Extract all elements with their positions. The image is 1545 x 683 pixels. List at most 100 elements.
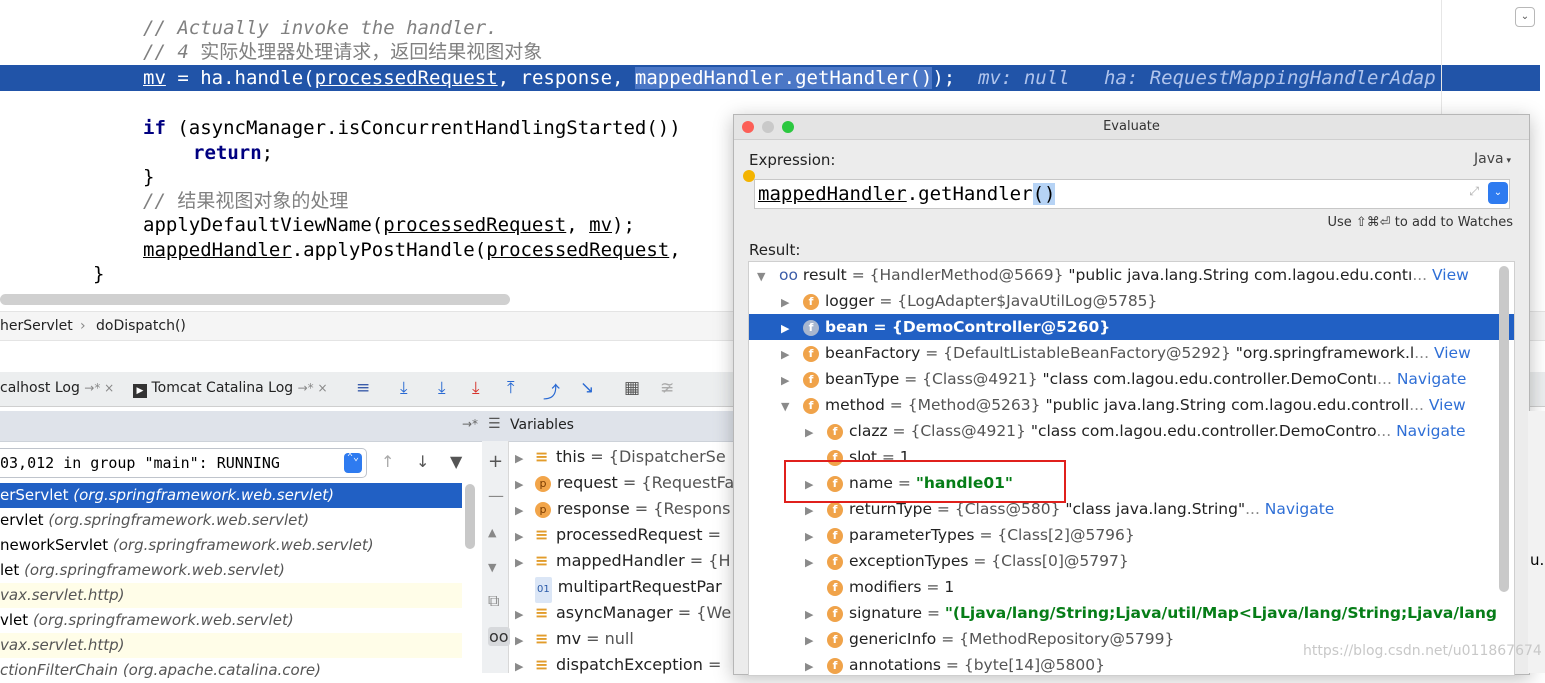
collapsed-arrow-icon[interactable]: ▶ <box>805 524 827 548</box>
stack-frame[interactable]: vax.servlet.http) <box>0 633 462 658</box>
expanded-arrow-icon[interactable]: ▼ <box>757 264 779 288</box>
menu-icon[interactable]: ≡ <box>356 378 370 398</box>
collapsed-arrow-icon[interactable]: ▶ <box>805 628 827 652</box>
node-link[interactable]: Navigate <box>1391 422 1466 440</box>
down-icon[interactable]: ▼ <box>488 561 496 574</box>
copy-icon[interactable]: ⧉ <box>488 591 499 611</box>
stack-frame[interactable]: let (org.springframework.web.servlet) <box>0 558 462 583</box>
chevron-down-icon[interactable]: ⌄ <box>1515 7 1535 27</box>
variable-row[interactable]: ▶ ≡ mappedHandler = {H <box>515 548 731 574</box>
node-name: signature <box>849 604 923 622</box>
arrow-up-icon[interactable]: ↑ <box>381 452 394 471</box>
node-link[interactable]: Navigate <box>1260 500 1335 518</box>
expand-arrow-icon[interactable]: ▶ <box>515 498 535 524</box>
step-into-icon[interactable]: ⤓ <box>472 378 480 398</box>
variable-row[interactable]: ▶ ≡ mv = null <box>515 626 634 652</box>
variable-row[interactable]: 01 multipartRequestPar <box>515 574 722 603</box>
result-node[interactable]: ▶ f beanFactory = {DefaultListableBeanFact… <box>749 340 1514 366</box>
code-line-if: if (asyncManager.isConcurrentHandlingSta… <box>143 116 681 140</box>
node-name: clazz <box>849 422 888 440</box>
language-selector[interactable]: Java ▾ <box>1474 151 1511 167</box>
collapsed-arrow-icon[interactable]: ▶ <box>805 420 827 444</box>
tab-tomcat-catalina-log[interactable]: ▶ Tomcat Catalina Log →* × <box>133 380 328 398</box>
execution-point-line[interactable]: mv = ha.handle(processedRequest, respons… <box>0 65 1540 91</box>
node-link[interactable]: View <box>1427 266 1469 284</box>
variable-row[interactable]: ▶ p response = {Respons <box>515 496 730 522</box>
arrow-down-icon[interactable]: ↓ <box>416 452 429 471</box>
watches-glasses-icon[interactable]: oo <box>488 627 510 646</box>
result-node[interactable]: ▶ f beanType = {Class@4921} "class com.lag… <box>749 366 1514 392</box>
stack-frame[interactable]: erServlet (org.springframework.web.servl… <box>0 483 462 508</box>
expand-arrow-icon[interactable]: ▶ <box>515 472 535 498</box>
result-node[interactable]: ▶ f logger = {LogAdapter$JavaUtilLog@5785} <box>749 288 1514 314</box>
expand-arrow-icon[interactable]: ▶ <box>515 654 535 680</box>
collapsed-arrow-icon[interactable]: ▶ <box>781 368 803 392</box>
result-node[interactable]: ▶ f clazz = {Class@4921} "class com.lagou.… <box>749 418 1514 444</box>
pin-arrow-icon[interactable]: →* <box>462 417 478 431</box>
add-icon[interactable]: + <box>488 451 503 472</box>
result-node[interactable]: ▶ f exceptionTypes = {Class[0]@5797} <box>749 548 1514 574</box>
variable-row[interactable]: ▶ ≡ processedRequest = <box>515 522 721 548</box>
collapsed-arrow-icon[interactable]: ▶ <box>805 550 827 574</box>
node-name: exceptionTypes <box>849 552 969 570</box>
result-node[interactable]: ▶ f parameterTypes = {Class[2]@5796} <box>749 522 1514 548</box>
up-icon[interactable]: ▲ <box>488 526 496 539</box>
result-node[interactable]: f modifiers = 1 <box>749 574 1514 600</box>
node-equals: = <box>968 552 992 570</box>
history-dropdown-icon[interactable]: ⌄ <box>1488 182 1508 204</box>
step-over-icon[interactable]: ⤓ <box>438 378 446 398</box>
trace-icon[interactable]: ≆ <box>660 378 674 398</box>
variable-row[interactable]: ▶ ≡ this = {DispatcherSe <box>515 444 726 470</box>
expand-arrow-icon[interactable]: ▶ <box>515 602 535 628</box>
breadcrumb-method[interactable]: doDispatch() <box>96 312 186 340</box>
expression-input[interactable]: mappedHandler.getHandler() ⤢ ⌄ <box>754 179 1510 209</box>
expanded-arrow-icon[interactable]: ▼ <box>781 394 803 418</box>
result-node[interactable]: ▼ f method = {Method@5263} "public java.la… <box>749 392 1514 418</box>
editor-horizontal-scrollbar[interactable] <box>0 294 510 305</box>
expand-arrow-icon[interactable]: ▶ <box>515 628 535 654</box>
expand-arrow-icon[interactable]: ▶ <box>515 550 535 576</box>
close-window-icon[interactable] <box>742 121 754 133</box>
expand-arrow-icon[interactable]: ▶ <box>515 446 535 472</box>
variable-name: dispatchException <box>556 655 703 674</box>
variable-row[interactable]: ▶ ≡ dispatchException = <box>515 652 721 678</box>
variable-row[interactable]: ▶ ≡ asyncManager = {We <box>515 600 731 626</box>
stack-frame[interactable]: ervlet (org.springframework.web.servlet) <box>0 508 462 533</box>
stack-frame[interactable]: vax.servlet.http) <box>0 583 462 608</box>
evaluate-expression-icon[interactable]: ▦ <box>624 378 640 398</box>
stack-frame[interactable]: ctionFilterChain (org.apache.catalina.co… <box>0 658 462 683</box>
node-link[interactable]: View <box>1424 396 1466 414</box>
code-token: ; <box>261 142 274 164</box>
stack-frame[interactable]: neworkServlet (org.springframework.web.s… <box>0 533 462 558</box>
minus-icon[interactable]: — <box>488 486 504 505</box>
show-execution-point-icon[interactable]: ⤓ <box>400 378 408 398</box>
tab-close-icon[interactable]: →* × <box>84 381 114 395</box>
frames-scrollbar[interactable] <box>465 484 475 549</box>
result-node[interactable]: ▶ f signature = "(Ljava/lang/String;Ljava/… <box>749 600 1514 626</box>
thread-selector[interactable]: 03,012 in group "main": RUNNING ⌃⌄ <box>0 448 367 478</box>
tab-close-icon[interactable]: →* × <box>298 381 328 395</box>
expand-arrow-icon[interactable]: ▶ <box>515 524 535 550</box>
run-to-cursor-icon[interactable]: ↘ <box>580 378 594 398</box>
result-scrollbar[interactable] <box>1499 266 1509 592</box>
result-node[interactable]: ▼ oo result = {HandlerMethod@5669} "publi… <box>749 262 1502 288</box>
tab-localhost-log[interactable]: calhost Log →* × <box>0 380 114 396</box>
collapsed-arrow-icon[interactable]: ▶ <box>781 316 803 340</box>
variable-row[interactable]: ▶ p request = {RequestFa <box>515 470 734 496</box>
node-link[interactable]: Navigate <box>1392 370 1467 388</box>
collapsed-arrow-icon[interactable]: ▶ <box>781 290 803 314</box>
stack-frame[interactable]: vlet (org.springframework.web.servlet) <box>0 608 462 633</box>
breadcrumb-class[interactable]: herServlet <box>0 312 73 340</box>
filter-icon[interactable]: ▼ <box>450 452 462 471</box>
result-node[interactable]: ▶ f bean = {DemoController@5260} <box>749 314 1514 340</box>
expand-icon[interactable]: ⤢ <box>1469 184 1479 199</box>
step-out-icon[interactable]: ⤒ <box>507 378 515 398</box>
minimize-window-icon[interactable] <box>762 121 774 133</box>
drop-frame-icon[interactable]: ⤴ <box>543 378 560 403</box>
code-line-brace: } <box>143 166 155 188</box>
node-link[interactable]: View <box>1429 344 1471 362</box>
collapsed-arrow-icon[interactable]: ▶ <box>781 342 803 366</box>
frame-package: ctionFilterChain (org.apache.catalina.co… <box>0 661 321 679</box>
zoom-window-icon[interactable] <box>782 121 794 133</box>
collapsed-arrow-icon[interactable]: ▶ <box>805 602 827 626</box>
